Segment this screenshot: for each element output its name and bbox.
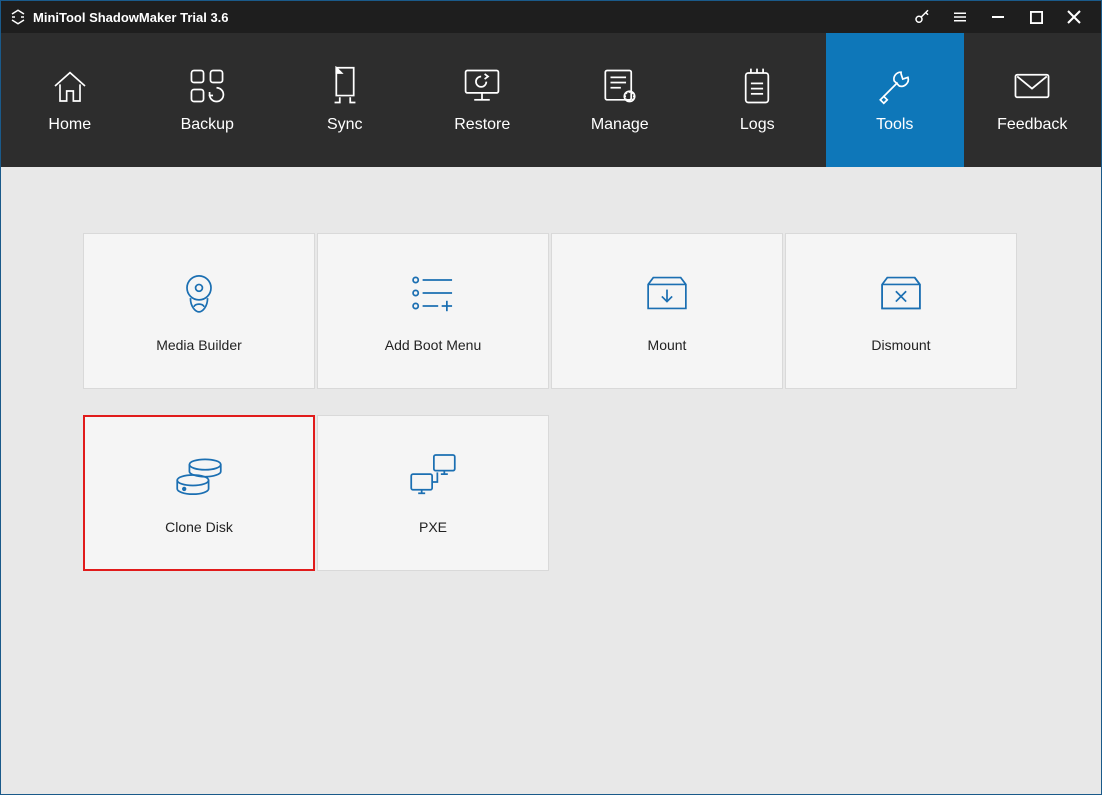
tab-label: Manage (591, 116, 649, 134)
sync-icon (327, 66, 363, 106)
pxe-icon (406, 451, 460, 499)
tool-add-boot-menu[interactable]: Add Boot Menu (317, 233, 549, 389)
tool-label: Dismount (871, 337, 930, 353)
tools-grid: Media Builder Add Boot Menu (83, 233, 1019, 571)
mount-icon (643, 269, 691, 317)
tab-label: Logs (740, 116, 775, 134)
feedback-icon (1012, 66, 1052, 106)
tool-mount[interactable]: Mount (551, 233, 783, 389)
titlebar-controls (903, 1, 1093, 33)
tab-label: Restore (454, 116, 510, 134)
tab-label: Feedback (997, 116, 1067, 134)
restore-icon (460, 66, 504, 106)
tab-label: Home (48, 116, 91, 134)
tool-dismount[interactable]: Dismount (785, 233, 1017, 389)
backup-icon (186, 66, 228, 106)
tab-sync[interactable]: Sync (276, 33, 414, 167)
tool-clone-disk[interactable]: Clone Disk (83, 415, 315, 571)
tab-label: Backup (181, 116, 234, 134)
tab-restore[interactable]: Restore (414, 33, 552, 167)
titlebar-left: MiniTool ShadowMaker Trial 3.6 (9, 8, 229, 26)
tools-content: Media Builder Add Boot Menu (1, 167, 1101, 637)
navbar: Home Backup Sync Restore (1, 33, 1101, 167)
media-builder-icon (175, 269, 223, 317)
dismount-icon (877, 269, 925, 317)
home-icon (50, 66, 90, 106)
tool-label: Media Builder (156, 337, 242, 353)
minimize-button[interactable] (979, 1, 1017, 33)
tool-label: Clone Disk (165, 519, 233, 535)
tab-tools[interactable]: Tools (826, 33, 964, 167)
menu-button[interactable] (941, 1, 979, 33)
tab-backup[interactable]: Backup (139, 33, 277, 167)
tool-media-builder[interactable]: Media Builder (83, 233, 315, 389)
manage-icon (600, 66, 640, 106)
add-boot-menu-icon (407, 269, 459, 317)
tab-label: Sync (327, 116, 363, 134)
key-button[interactable] (903, 1, 941, 33)
logs-icon (740, 66, 774, 106)
tab-logs[interactable]: Logs (689, 33, 827, 167)
titlebar: MiniTool ShadowMaker Trial 3.6 (1, 1, 1101, 33)
tool-label: Mount (648, 337, 687, 353)
close-button[interactable] (1055, 1, 1093, 33)
tool-label: Add Boot Menu (385, 337, 482, 353)
tools-icon (875, 66, 915, 106)
app-logo-icon (9, 8, 27, 26)
tab-feedback[interactable]: Feedback (964, 33, 1102, 167)
tool-label: PXE (419, 519, 447, 535)
tool-pxe[interactable]: PXE (317, 415, 549, 571)
maximize-button[interactable] (1017, 1, 1055, 33)
app-title: MiniTool ShadowMaker Trial 3.6 (33, 10, 229, 25)
tab-home[interactable]: Home (1, 33, 139, 167)
tab-manage[interactable]: Manage (551, 33, 689, 167)
tab-label: Tools (876, 116, 913, 134)
clone-disk-icon (172, 451, 226, 499)
